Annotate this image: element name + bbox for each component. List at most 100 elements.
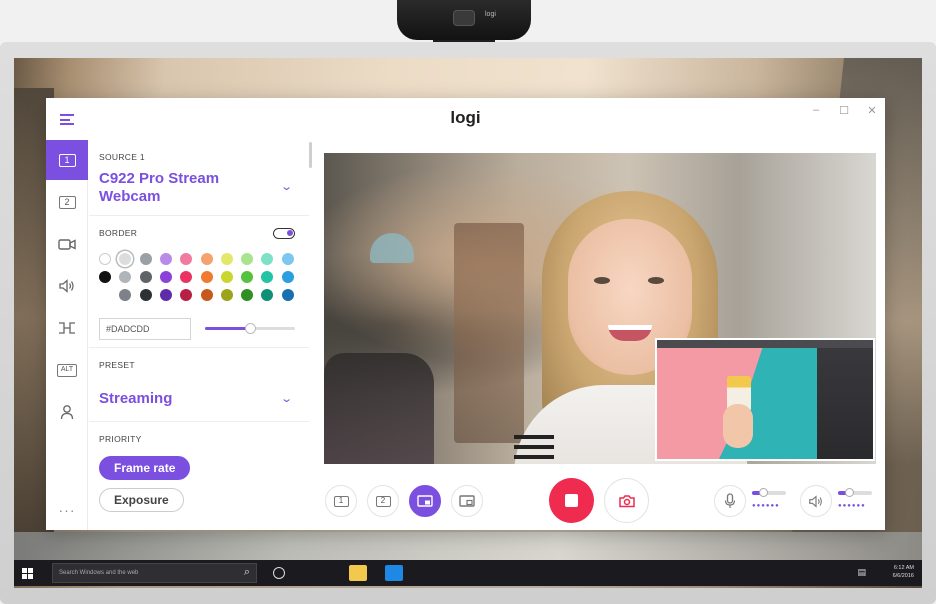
speaker-thumb[interactable] <box>845 488 855 497</box>
wallpaper-water <box>14 532 922 562</box>
file-explorer-icon[interactable] <box>349 565 367 581</box>
window-controls: – ☐ ✕ <box>811 104 877 117</box>
source-1-icon: 1 <box>58 153 76 167</box>
color-swatch[interactable] <box>180 271 193 283</box>
color-swatch[interactable] <box>99 271 111 283</box>
speaker-icon <box>809 494 822 508</box>
mic-thumb[interactable] <box>759 488 769 497</box>
hex-color-input[interactable]: #DADCDD <box>99 318 191 340</box>
rail-source-1[interactable]: 1 <box>46 140 88 180</box>
preview-shelf <box>454 223 524 443</box>
color-swatch[interactable] <box>139 253 152 265</box>
speaker-button[interactable] <box>800 485 832 517</box>
color-swatch[interactable] <box>241 289 254 301</box>
minimize-button[interactable]: – <box>811 104 821 117</box>
frame-rate-button[interactable]: Frame rate <box>99 456 191 480</box>
color-swatch[interactable] <box>220 271 233 283</box>
camera-snapshot-icon <box>618 494 635 507</box>
clock-date: 6/6/2016 <box>892 573 914 579</box>
rail-transitions[interactable] <box>46 308 88 348</box>
preview-eye <box>594 277 610 284</box>
layout-source-1-button[interactable]: 1 <box>325 485 357 517</box>
border-section: BORDER #DADCDD <box>89 216 309 348</box>
color-swatch[interactable] <box>261 253 274 265</box>
color-swatch[interactable] <box>241 271 254 283</box>
color-swatch[interactable] <box>180 289 193 301</box>
color-swatch[interactable] <box>159 289 172 301</box>
source-name[interactable]: C922 Pro Stream Webcam <box>99 170 249 206</box>
chevron-down-icon[interactable]: ⌄ <box>280 392 293 405</box>
color-swatch[interactable] <box>200 271 213 283</box>
microphone-volume-slider[interactable] <box>752 488 788 500</box>
color-swatch[interactable] <box>261 271 274 283</box>
snapshot-button[interactable] <box>604 478 649 523</box>
color-swatch[interactable] <box>119 271 132 283</box>
border-label: BORDER <box>99 228 138 238</box>
slider-thumb[interactable] <box>245 323 256 334</box>
color-swatch[interactable] <box>220 253 233 265</box>
record-button[interactable] <box>549 478 594 523</box>
start-button[interactable] <box>14 560 40 586</box>
color-swatch[interactable] <box>200 253 213 265</box>
color-swatch[interactable] <box>119 289 132 301</box>
color-swatch[interactable] <box>180 253 193 265</box>
color-swatch[interactable] <box>139 271 152 283</box>
color-swatch[interactable] <box>220 289 233 301</box>
alt-icon: ALT <box>57 363 77 377</box>
layout-pip-alt-button[interactable] <box>451 485 483 517</box>
shirt-stripe <box>514 455 554 459</box>
layout-pip-button[interactable] <box>409 485 441 517</box>
rail-source-2[interactable]: 2 <box>46 182 88 222</box>
color-swatch[interactable] <box>281 271 294 283</box>
task-view-icon[interactable] <box>273 567 285 579</box>
webcam-brand: logi <box>485 11 496 18</box>
clock-time: 6:12 AM <box>893 565 914 571</box>
windows-logo-icon <box>21 567 33 579</box>
rail-more[interactable]: ··· <box>46 490 88 530</box>
chevron-down-icon[interactable]: ⌄ <box>280 180 293 193</box>
priority-section: PRIORITY Frame rate Exposure <box>89 422 309 530</box>
panel-scrollbar[interactable] <box>309 142 312 168</box>
microphone-icon <box>724 493 736 508</box>
slider-fill <box>205 327 250 330</box>
camera-icon <box>58 238 76 250</box>
color-swatch[interactable] <box>281 253 294 265</box>
color-swatch[interactable] <box>159 253 172 265</box>
logi-capture-window: logi – ☐ ✕ 1 2 ALT ··· SOURCE 1 C922 Pro… <box>46 98 885 530</box>
color-swatch[interactable] <box>119 253 132 265</box>
taskbar-clock[interactable]: 6:12 AM 6/6/2016 <box>893 564 914 580</box>
source-rail: 1 2 ALT ··· <box>46 140 88 530</box>
rail-audio[interactable] <box>46 266 88 306</box>
rail-alt[interactable]: ALT <box>46 350 88 390</box>
preset-section: PRESET Streaming ⌄ <box>89 348 309 422</box>
action-center-icon[interactable]: ▤ <box>857 567 866 578</box>
outlook-icon[interactable] <box>385 565 403 581</box>
exposure-button[interactable]: Exposure <box>99 488 184 512</box>
speaker-volume-slider[interactable] <box>838 488 874 500</box>
transition-icon <box>59 322 75 334</box>
settings-panel: SOURCE 1 C922 Pro Stream Webcam ⌄ BORDER… <box>89 140 309 530</box>
rail-account[interactable] <box>46 392 88 432</box>
color-swatch[interactable] <box>159 271 172 283</box>
stop-icon <box>565 494 578 507</box>
layout-source-2-button[interactable]: 2 <box>367 485 399 517</box>
camera-preview <box>324 153 876 464</box>
picture-in-picture-source-2[interactable] <box>655 338 875 461</box>
color-swatch[interactable] <box>139 289 152 301</box>
color-swatch[interactable] <box>261 289 274 301</box>
rail-camera[interactable] <box>46 224 88 264</box>
border-opacity-slider[interactable] <box>205 323 295 334</box>
border-toggle[interactable] <box>273 228 295 239</box>
title-bar: logi – ☐ ✕ <box>46 98 885 140</box>
close-button[interactable]: ✕ <box>867 104 877 117</box>
color-swatch[interactable] <box>99 253 111 265</box>
shirt-stripe <box>514 445 554 449</box>
preset-value[interactable]: Streaming <box>99 390 172 407</box>
maximize-button[interactable]: ☐ <box>839 104 849 117</box>
taskbar-search-input[interactable]: Search Windows and the web ⌕ <box>52 563 257 583</box>
color-swatch[interactable] <box>281 289 294 301</box>
color-swatch[interactable] <box>241 253 254 265</box>
color-swatch[interactable] <box>200 289 213 301</box>
layout-2-icon: 2 <box>375 495 391 507</box>
microphone-button[interactable] <box>714 485 746 517</box>
